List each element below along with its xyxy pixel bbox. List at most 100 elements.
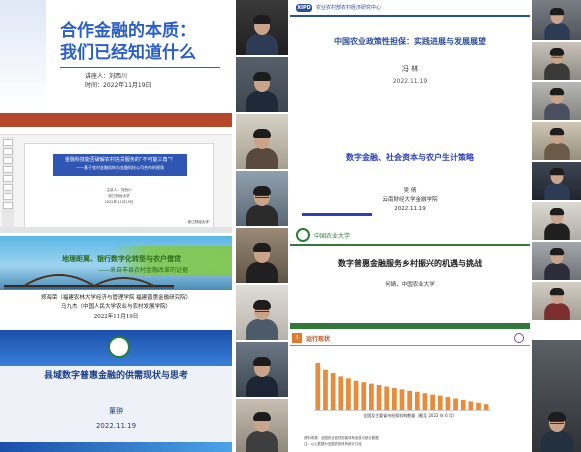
institution-logo: XIPD [296,4,312,12]
participant-video-6[interactable] [236,114,288,169]
participant-video-13[interactable] [532,242,581,280]
slide-geographic-distance[interactable]: 地理距离、银行数字化转型与农户借贷 ——来自丰县农村金融改革的证据 郑海荣（福建… [0,236,232,326]
participant-video-15[interactable] [236,342,288,397]
slide-decoration [0,0,46,110]
section-number: 3 [292,333,302,343]
slide-date: 2022.11.19 [394,206,426,212]
slide-county-digital-finance[interactable]: 县域数字普惠金融的供需现状与思考 董翀 2022.11.19 [0,330,232,452]
chart-bar [315,363,321,410]
slide-thumbnail[interactable] [3,175,13,182]
author-line-2: 马九杰（中国人民大学农业与农村发展学院） [60,304,171,310]
participant-video-16[interactable] [236,399,288,452]
slide-title-line2: 我们已经知道什么 [60,43,196,63]
slide-policy-guarantee[interactable]: XIPD 农业农村部农村经济研究中心 中国农业政策性担保：实践进展与发展展望 冯… [290,0,530,110]
slide-title: 县域数字普惠金融的供需现状与思考 [43,371,188,381]
chart-caption: 全国及主要省市担保机构数量（截至 2022 年 6 月） [363,413,457,418]
author-line-1: 郑海荣（福建农林大学经济与管理学院 福建普惠金融研究院） [40,295,192,301]
participant-avatar [245,412,279,452]
presenter-label: 主讲人：刘西川 [106,188,132,192]
slide-subtitle: ——来自丰县农村金融改革的证据 [98,267,189,274]
speaker-name: 何婧，中国农业大学 [385,282,435,288]
participant-avatar [543,168,570,200]
slide-title: 金融科技能否破解农村信贷服务的“不可能三角”？ ——基于农村金融机构与金融科技公… [53,157,187,171]
participant-video-17[interactable] [532,340,581,452]
slide-title-line1: 合作金融的本质： [60,21,196,41]
accent-bar [302,213,372,216]
affiliation-label: 浙江财经大学 [108,194,130,198]
slide-thumbnail[interactable] [3,202,13,209]
participant-avatar [245,357,279,397]
slide-title: 中国农业政策性担保：实践进展与发展展望 [334,37,486,46]
speaker-name: 董翀 [109,407,123,415]
slide-canvas[interactable]: 金融科技能否破解农村信贷服务的“不可能三角”？ ——基于农村金融机构与金融科技公… [24,143,214,229]
chart-bar [437,395,443,410]
chart-bar [453,398,458,410]
speaker-label: 讲座人：刘西川 [85,73,128,80]
slide-operation-status-chart[interactable]: 3 运行现状 全国及主要省市担保机构数量（截至 2022 年 6 月） 资料来源… [290,331,530,452]
chart-bar [346,378,351,410]
slide-footer [290,323,530,329]
slide-title-line1: 金融科技能否破解农村信贷服务的“不可能三角”？ [64,157,176,163]
participant-video-5[interactable] [532,82,581,120]
footer-band [0,442,232,452]
slide-date: 2022.11.19 [392,78,428,85]
university-logo-text: 浙江财经大学 [187,220,209,224]
ppt-ribbon[interactable] [0,113,232,127]
slide-thumbnail[interactable] [3,157,13,164]
slide-title: 合作金融的本质： 我们已经知道什么 [60,20,196,64]
institution-logo [514,333,524,343]
participant-avatar [245,129,279,169]
participant-avatar [543,48,570,80]
chart-bar [330,373,336,410]
participant-video-3[interactable] [532,0,581,40]
university-name: 中国农业大学 [314,233,351,240]
participant-avatar [543,8,570,40]
participant-video-8[interactable] [532,122,581,160]
participant-video-10[interactable] [532,202,581,240]
slide-thumbnail[interactable] [3,166,13,173]
participant-video-2[interactable] [236,57,288,112]
chart-bar [369,383,374,410]
slide-cooperative-finance[interactable]: 合作金融的本质： 我们已经知道什么 讲座人：刘西川 时间：2022年11月19日 [0,0,232,110]
slide-title: 数字金融、社会资本与农户生计策略 [346,153,474,162]
ppt-toolbar[interactable] [0,127,232,135]
slide-thumbnail[interactable] [3,184,13,191]
participant-video-12[interactable] [236,285,288,340]
participant-video-7[interactable] [236,171,288,226]
chart-bar [483,404,489,410]
university-logo [296,228,310,242]
participant-video-14[interactable] [532,282,581,320]
divider [60,67,220,68]
date-label: 2022年11月19日 [104,200,134,204]
participant-avatar [543,128,570,160]
participant-avatar [245,300,279,340]
slide-date: 2022.11.19 [95,422,137,430]
participant-avatar [540,412,574,452]
institution-name: 农业农村部农村经济研究中心 [316,5,382,11]
participant-video-4[interactable] [532,42,581,80]
participant-avatar [245,186,279,226]
slide-thumbnail[interactable] [3,139,13,146]
chart-bar [460,399,466,410]
chart-footnote: 注：以上数据为全国农担体系统计口径 [304,442,362,446]
slide-digital-finance-livelihood[interactable]: 数字金融、社会资本与农户生计策略 吴 倩 云南财经大学金融学院 2022.11.… [290,114,530,222]
slide-header: 3 运行现状 [290,331,530,345]
participant-video-1[interactable] [236,0,288,55]
header-bar [290,15,530,17]
slide-fintech-editor[interactable]: 金融科技能否破解农村信贷服务的“不可能三角”？ ——基于农村金融机构与金融科技公… [0,113,232,233]
slide-rural-revitalization[interactable]: 中国农业大学 数字普惠金融服务乡村振兴的机遇与挑战 何婧，中国农业大学 [290,224,530,329]
chart-bar [353,380,359,410]
slide-thumbnails[interactable] [2,137,14,227]
chart-bar [414,391,420,410]
chart-bar [338,376,344,410]
chart-bar [384,386,390,410]
slide-header: 中国农业大学 [290,224,530,246]
participant-video-11[interactable] [236,228,288,283]
chart-bar [476,402,481,410]
participant-avatar [543,288,570,320]
time-label: 时间：2022年11月19日 [85,82,152,89]
bar-chart [314,363,490,411]
slide-thumbnail[interactable] [3,193,13,200]
slide-thumbnail[interactable] [3,148,13,155]
participant-video-9[interactable] [532,162,581,200]
